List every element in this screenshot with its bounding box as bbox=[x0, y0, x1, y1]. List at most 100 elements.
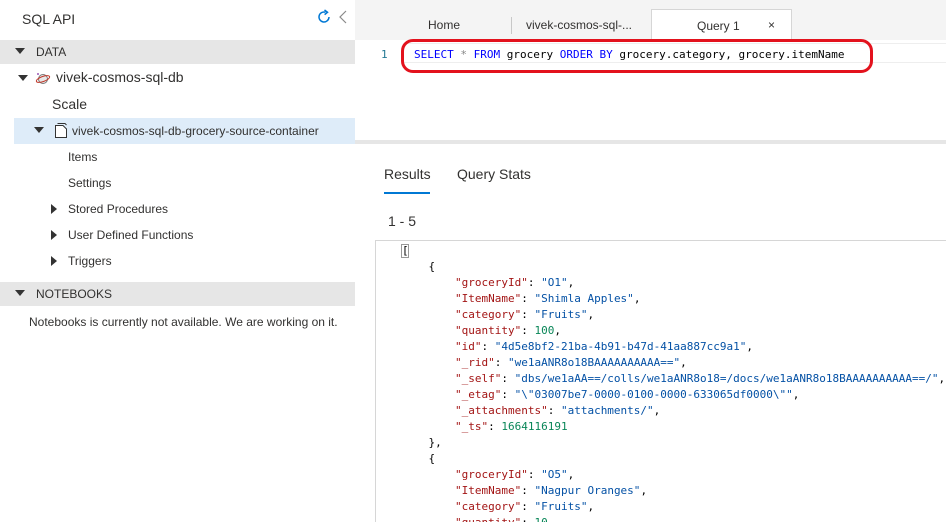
json-comma: , bbox=[587, 308, 595, 321]
json-string: "O5" bbox=[541, 468, 568, 481]
notebooks-section-header[interactable]: NOTEBOOKS bbox=[0, 282, 355, 306]
json-comma: , bbox=[680, 356, 687, 369]
expand-triangle-icon[interactable] bbox=[18, 75, 28, 81]
query-editor[interactable]: 1 SELECT * FROM grocery ORDER BY grocery… bbox=[355, 39, 946, 140]
tree-item-settings[interactable]: Settings bbox=[0, 172, 355, 196]
result-count: 1 - 5 bbox=[388, 213, 417, 229]
json-comma: , bbox=[548, 516, 555, 522]
scale-label: Scale bbox=[52, 96, 88, 112]
cosmos-db-icon bbox=[35, 73, 51, 84]
expand-triangle-icon[interactable] bbox=[51, 256, 57, 266]
tree-item-container[interactable]: vivek-cosmos-sql-db-grocery-source-conta… bbox=[14, 118, 355, 144]
json-key: "groceryId" bbox=[454, 468, 528, 481]
json-comma: , bbox=[792, 388, 800, 401]
triggers-label: Triggers bbox=[68, 254, 112, 268]
json-colon: : bbox=[521, 324, 535, 337]
expand-triangle-icon[interactable] bbox=[51, 230, 57, 240]
tree-item-stored-procedures[interactable]: Stored Procedures bbox=[0, 198, 355, 222]
json-colon: : bbox=[481, 340, 495, 353]
json-colon: : bbox=[521, 292, 535, 305]
results-tabs: Results Query Stats bbox=[355, 144, 946, 199]
tab-database-label: vivek-cosmos-sql-... bbox=[526, 18, 633, 32]
json-string: "4d5e8bf2-21ba-4b91-b47d-41aa887cc9a1" bbox=[494, 340, 747, 353]
json-string: "dbs/we1aAA==/colls/we1aANR8o18=/docs/we… bbox=[514, 372, 939, 385]
json-string: "Fruits" bbox=[534, 500, 588, 513]
json-colon: : bbox=[527, 468, 542, 481]
json-string: "O1" bbox=[541, 276, 568, 289]
json-results-text: [ { "groceryId": "O1", "ItemName": "Shim… bbox=[402, 243, 945, 522]
json-key: "ItemName" bbox=[454, 292, 522, 305]
tree-item-items[interactable]: Items bbox=[0, 146, 355, 170]
udfs-label: User Defined Functions bbox=[68, 228, 194, 242]
json-colon: : bbox=[501, 388, 515, 401]
json-comma: , bbox=[938, 372, 946, 385]
collapse-triangle-icon bbox=[15, 290, 25, 296]
chevron-left-icon[interactable] bbox=[337, 9, 349, 25]
json-brace: }, bbox=[428, 436, 442, 449]
json-key: "_etag" bbox=[454, 388, 502, 401]
tab-query-1[interactable]: Query 1 × bbox=[651, 9, 792, 40]
expand-triangle-icon[interactable] bbox=[34, 127, 44, 133]
collapse-triangle-icon bbox=[15, 48, 25, 54]
tab-home-label: Home bbox=[428, 18, 461, 32]
json-string: "\"03007be7-0000-0100-0000-633065df0000\… bbox=[514, 388, 793, 401]
json-number: 10 bbox=[534, 516, 547, 522]
container-document-icon bbox=[55, 123, 67, 138]
json-string: "attachments/" bbox=[560, 404, 654, 417]
close-icon[interactable]: × bbox=[768, 18, 775, 32]
notebooks-section-label: NOTEBOOKS bbox=[36, 287, 113, 301]
data-section-label: DATA bbox=[36, 45, 67, 59]
data-section-header[interactable]: DATA bbox=[0, 40, 355, 64]
active-tab-underline bbox=[384, 192, 430, 194]
json-key: "quantity" bbox=[455, 516, 521, 522]
json-colon: : bbox=[547, 404, 561, 417]
json-key: "_ts" bbox=[454, 420, 489, 433]
json-key: "_self" bbox=[454, 372, 502, 385]
tree-item-database[interactable]: vivek-cosmos-sql-db bbox=[0, 66, 355, 90]
json-comma: , bbox=[587, 500, 595, 513]
json-results-viewer[interactable]: [ { "groceryId": "O1", "ItemName": "Shim… bbox=[375, 240, 946, 522]
tab-query-stats[interactable]: Query Stats bbox=[457, 166, 531, 182]
tab-query-label: Query 1 bbox=[697, 19, 740, 33]
json-number: 100 bbox=[534, 324, 555, 337]
notebooks-message: Notebooks is currently not available. We… bbox=[29, 315, 338, 329]
tab-results[interactable]: Results bbox=[384, 166, 431, 182]
json-colon: : bbox=[527, 276, 542, 289]
tab-home[interactable]: Home bbox=[418, 9, 511, 40]
tab-database[interactable]: vivek-cosmos-sql-... bbox=[512, 9, 651, 40]
json-comma: , bbox=[633, 292, 641, 305]
api-header: SQL API bbox=[0, 0, 355, 40]
tree-item-udfs[interactable]: User Defined Functions bbox=[0, 224, 355, 248]
json-key: "_rid" bbox=[454, 356, 495, 369]
resource-tree-pane: SQL API DATA vivek-cosmos-sql-db Scale v… bbox=[0, 0, 355, 522]
json-comma: , bbox=[554, 324, 561, 337]
json-key: "category" bbox=[454, 500, 522, 513]
tab-strip: Home vivek-cosmos-sql-... Query 1 × bbox=[355, 0, 946, 40]
json-colon: : bbox=[501, 372, 515, 385]
expand-triangle-icon[interactable] bbox=[51, 204, 57, 214]
tree-item-triggers[interactable]: Triggers bbox=[0, 250, 355, 274]
json-colon: : bbox=[521, 516, 534, 522]
json-open-bracket: [ bbox=[402, 244, 409, 257]
database-name: vivek-cosmos-sql-db bbox=[56, 69, 184, 85]
annotation-highlight-box bbox=[401, 39, 873, 73]
json-brace: { bbox=[428, 260, 436, 273]
json-comma: , bbox=[567, 276, 575, 289]
json-string: "Fruits" bbox=[534, 308, 588, 321]
refresh-icon[interactable] bbox=[316, 9, 332, 25]
json-key: "groceryId" bbox=[454, 276, 528, 289]
json-comma: , bbox=[653, 404, 661, 417]
line-number: 1 bbox=[381, 48, 388, 61]
json-key: "_attachments" bbox=[454, 404, 548, 417]
tree-item-scale[interactable]: Scale bbox=[0, 93, 355, 117]
items-label: Items bbox=[68, 150, 98, 164]
json-number: 1664116191 bbox=[501, 420, 568, 433]
query-pane: Home vivek-cosmos-sql-... Query 1 × 1 SE… bbox=[355, 0, 946, 522]
stored-procedures-label: Stored Procedures bbox=[68, 202, 169, 216]
json-key: "id" bbox=[454, 340, 482, 353]
json-key: "category" bbox=[454, 308, 522, 321]
json-key: "quantity" bbox=[454, 324, 522, 337]
json-comma: , bbox=[567, 468, 575, 481]
json-colon: : bbox=[494, 356, 508, 369]
json-string: "we1aANR8o18BAAAAAAAAAA==" bbox=[507, 356, 681, 369]
